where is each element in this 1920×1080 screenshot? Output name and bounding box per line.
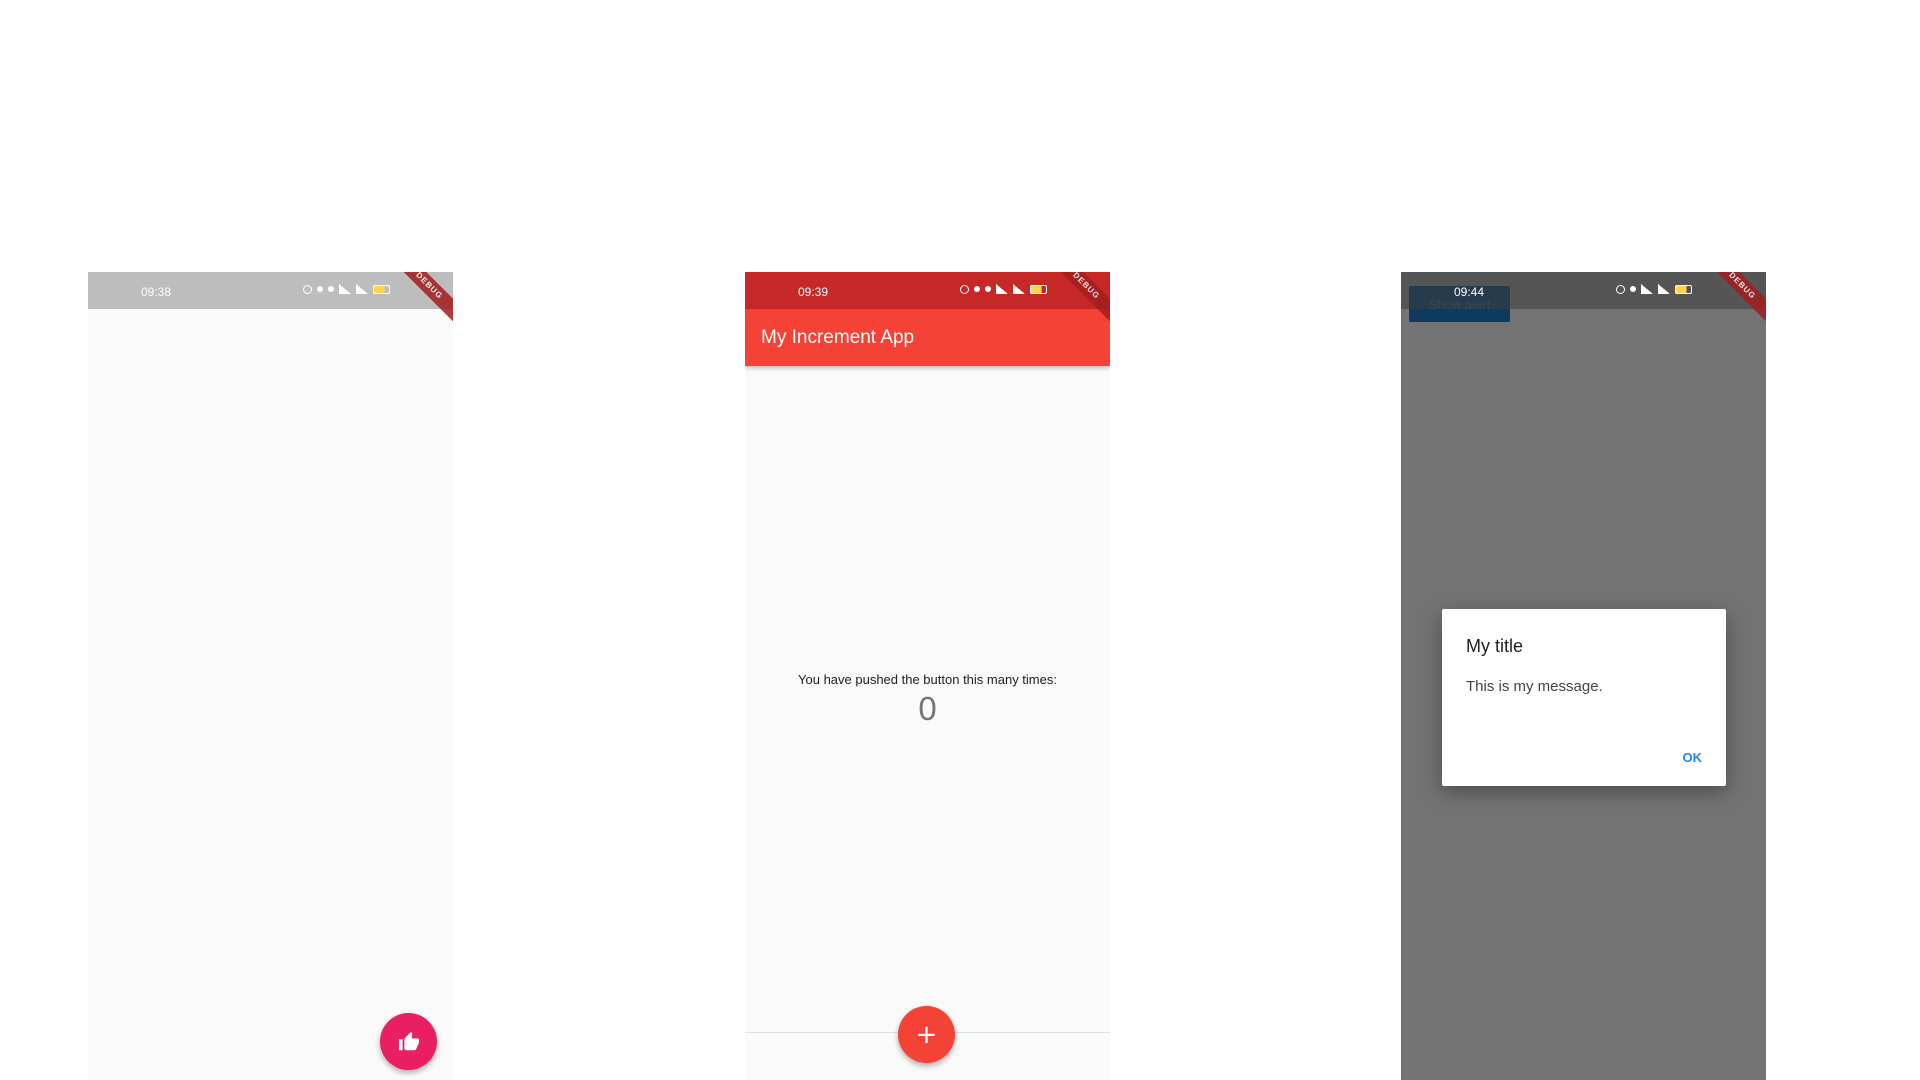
thumb-up-icon bbox=[398, 1031, 419, 1050]
alert-dialog: My title This is my message. OK bbox=[1442, 609, 1726, 786]
dialog-message: This is my message. bbox=[1466, 678, 1603, 695]
status-bar: 09:38 bbox=[88, 272, 453, 309]
signal-icon bbox=[339, 284, 351, 294]
signal-2-icon bbox=[356, 284, 368, 294]
phone-screen-2: 09:39 My Increment App DEBUG You have pu… bbox=[745, 272, 1110, 1080]
increment-fab-button[interactable]: + bbox=[898, 1006, 955, 1063]
status-bar: 09:44 bbox=[1401, 272, 1766, 309]
battery-icon bbox=[1675, 284, 1692, 294]
battery-icon bbox=[1030, 284, 1047, 294]
like-fab-button[interactable] bbox=[380, 1013, 437, 1070]
app-bar-title: My Increment App bbox=[761, 327, 915, 348]
wifi-icon bbox=[1630, 286, 1636, 292]
status-time: 09:44 bbox=[1454, 285, 1485, 299]
signal-icon bbox=[996, 284, 1008, 294]
status-time: 09:39 bbox=[798, 285, 829, 299]
plus-icon: + bbox=[915, 1019, 938, 1050]
signal-2-icon bbox=[1013, 284, 1025, 294]
alarm-icon bbox=[1616, 284, 1625, 294]
counter-label: You have pushed the button this many tim… bbox=[798, 672, 1057, 687]
wifi-icon bbox=[974, 286, 980, 292]
battery-icon bbox=[373, 284, 390, 294]
status-icons bbox=[960, 284, 1047, 294]
signal-icon bbox=[1641, 284, 1653, 294]
dialog-ok-button[interactable]: OK bbox=[1675, 746, 1711, 769]
canvas: 09:38 DEBUG 09:39 My Increment App DEBUG… bbox=[0, 0, 1920, 1080]
status-icons bbox=[1616, 284, 1692, 294]
dialog-title: My title bbox=[1466, 636, 1524, 656]
alarm-icon bbox=[303, 284, 312, 294]
app-bar: My Increment App bbox=[745, 309, 1110, 366]
phone-screen-3: Show alert 09:44 DEBUG My title This is … bbox=[1401, 272, 1766, 1080]
wifi-icon bbox=[317, 286, 323, 292]
status-bar: 09:39 bbox=[745, 272, 1110, 309]
alarm-icon bbox=[960, 284, 969, 294]
counter-value: 0 bbox=[918, 690, 937, 727]
status-icons bbox=[303, 284, 390, 294]
phone-screen-1: 09:38 DEBUG bbox=[88, 272, 453, 1080]
signal-2-icon bbox=[1658, 284, 1670, 294]
bluetooth-icon bbox=[985, 286, 991, 292]
bluetooth-icon bbox=[328, 286, 334, 292]
status-time: 09:38 bbox=[141, 285, 172, 299]
